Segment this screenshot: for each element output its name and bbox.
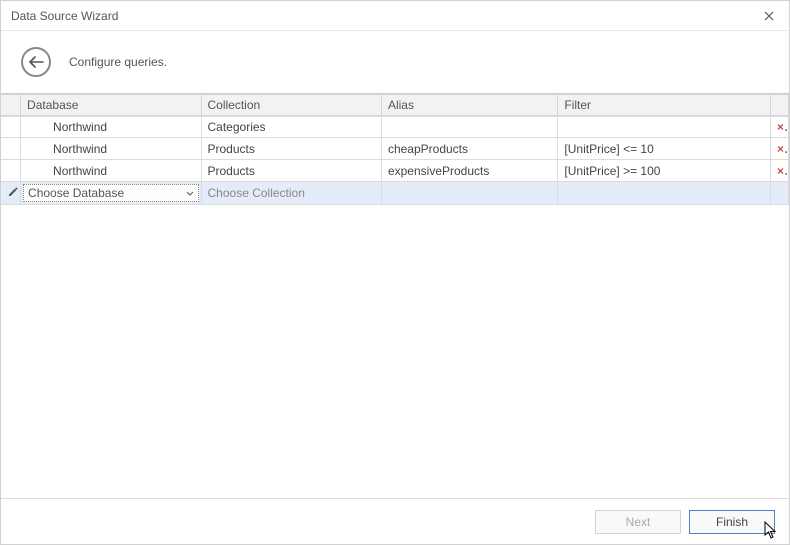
cell-filter[interactable]: [UnitPrice] <= 10 (558, 138, 771, 160)
delete-row-cell (771, 182, 789, 205)
cell-collection[interactable]: Products (202, 138, 382, 160)
grid-area: Database Collection Alias Filter Northwi… (1, 93, 789, 498)
header-collection[interactable]: Collection (202, 94, 382, 116)
row-action-cell (1, 138, 21, 160)
queries-table: Database Collection Alias Filter Northwi… (1, 94, 789, 205)
header-delete (771, 94, 789, 116)
delete-row-button[interactable]: × (771, 160, 789, 182)
window-title: Data Source Wizard (11, 9, 118, 23)
cell-filter[interactable] (558, 116, 771, 138)
arrow-left-icon (28, 56, 44, 68)
next-button: Next (595, 510, 681, 534)
back-button[interactable] (21, 47, 51, 77)
close-icon (764, 11, 774, 21)
cell-collection[interactable]: Categories (202, 116, 382, 138)
delete-row-button[interactable]: × (771, 138, 789, 160)
wizard-window: Data Source Wizard Configure queries. Da… (0, 0, 790, 545)
finish-button[interactable]: Finish (689, 510, 775, 534)
delete-row-button[interactable]: × (771, 116, 789, 138)
cell-alias[interactable]: cheapProducts (382, 138, 558, 160)
header-alias[interactable]: Alias (382, 94, 558, 116)
header-action (1, 94, 21, 116)
pencil-icon (7, 186, 19, 198)
table-row[interactable]: Northwind Categories × (1, 116, 789, 138)
chevron-down-icon (186, 186, 194, 200)
database-dropdown[interactable]: Choose Database (23, 184, 198, 202)
cell-database[interactable]: Northwind (21, 160, 201, 182)
cell-database[interactable]: Choose Database (21, 182, 201, 205)
table-row[interactable]: Northwind Products cheapProducts [UnitPr… (1, 138, 789, 160)
header-filter[interactable]: Filter (558, 94, 771, 116)
row-action-cell (1, 160, 21, 182)
cell-filter[interactable] (558, 182, 771, 205)
cell-alias[interactable] (382, 182, 558, 205)
footer-bar: Next Finish (1, 498, 789, 544)
cell-filter[interactable]: [UnitPrice] >= 100 (558, 160, 771, 182)
cursor-icon (764, 521, 778, 539)
new-row[interactable]: Choose Database Choose Collection (1, 182, 789, 205)
cell-collection[interactable]: Choose Collection (202, 182, 382, 205)
cell-alias[interactable]: expensiveProducts (382, 160, 558, 182)
cell-alias[interactable] (382, 116, 558, 138)
page-subtitle: Configure queries. (69, 55, 167, 69)
row-action-cell (1, 116, 21, 138)
header-bar: Configure queries. (1, 31, 789, 93)
header-database[interactable]: Database (21, 94, 201, 116)
edit-indicator-cell (1, 182, 21, 205)
close-button[interactable] (749, 1, 789, 31)
cell-collection[interactable]: Products (202, 160, 382, 182)
titlebar: Data Source Wizard (1, 1, 789, 31)
collection-placeholder: Choose Collection (208, 186, 305, 200)
table-row[interactable]: Northwind Products expensiveProducts [Un… (1, 160, 789, 182)
cell-database[interactable]: Northwind (21, 116, 201, 138)
header-row: Database Collection Alias Filter (1, 94, 789, 116)
database-placeholder: Choose Database (28, 186, 124, 200)
cell-database[interactable]: Northwind (21, 138, 201, 160)
